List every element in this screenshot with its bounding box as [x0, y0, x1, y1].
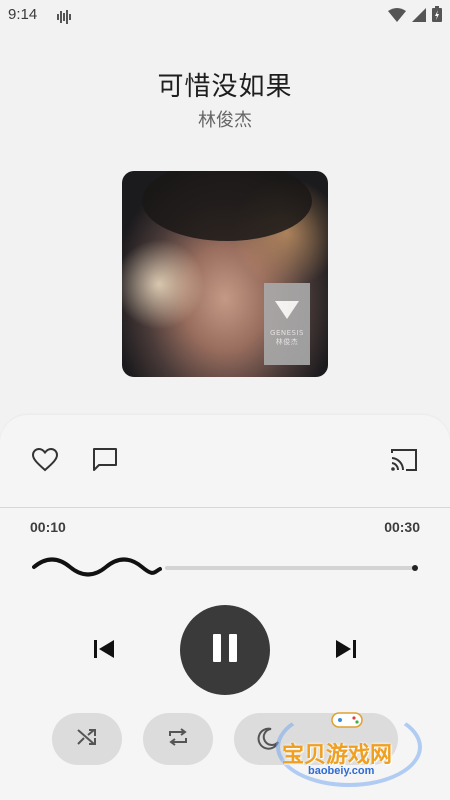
like-button[interactable] — [30, 447, 60, 477]
play-pause-button[interactable] — [180, 605, 270, 695]
pause-icon — [211, 632, 239, 668]
player-panel: 00:10 00:30 — [0, 415, 450, 800]
repeat-icon — [167, 727, 189, 751]
sound-wave-icon — [57, 9, 71, 28]
shuffle-icon — [76, 727, 98, 751]
cellular-icon — [412, 7, 426, 26]
album-label: GENESIS 林俊杰 — [264, 283, 310, 365]
album-art: GENESIS 林俊杰 — [122, 171, 328, 377]
previous-button[interactable] — [88, 635, 120, 667]
wifi-icon — [388, 7, 406, 26]
album-label-sub: 林俊杰 — [275, 338, 299, 346]
current-time: 00:10 — [30, 519, 66, 535]
divider — [0, 507, 450, 508]
cast-icon — [390, 448, 418, 476]
comment-icon — [92, 447, 118, 477]
album-art-hair — [142, 171, 312, 241]
artist-name: 林俊杰 — [198, 110, 252, 131]
album-label-text: GENESIS — [270, 329, 304, 337]
skip-next-icon — [335, 639, 357, 663]
song-title: 可惜没如果 — [157, 72, 293, 102]
seek-remaining-track — [165, 566, 415, 570]
shuffle-button[interactable] — [52, 713, 122, 765]
status-time: 9:14 — [8, 6, 38, 23]
status-icons — [388, 6, 442, 26]
skip-previous-icon — [93, 639, 115, 663]
comment-button[interactable] — [90, 447, 120, 477]
battery-icon — [432, 6, 442, 26]
total-time: 00:30 — [384, 519, 420, 535]
seek-bar[interactable] — [32, 554, 422, 580]
sleep-timer-icon — [256, 727, 280, 755]
status-bar: 9:14 — [0, 0, 450, 32]
seek-played-wave — [32, 557, 162, 577]
sleep-timer-button[interactable] — [234, 713, 398, 765]
next-button[interactable] — [330, 635, 362, 667]
cast-button[interactable] — [389, 447, 419, 477]
seek-end-dot — [412, 565, 418, 571]
heart-icon — [31, 447, 59, 476]
repeat-button[interactable] — [143, 713, 213, 765]
